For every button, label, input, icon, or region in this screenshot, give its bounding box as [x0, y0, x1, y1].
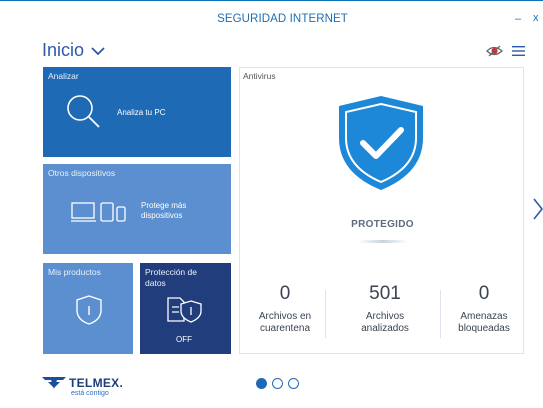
data-shield-icon	[167, 297, 202, 323]
caption-line-1: Amenazas	[460, 311, 508, 322]
shield-icon	[76, 295, 102, 325]
tile-label: Mis productos	[48, 267, 101, 277]
action-line-2: dispositivos	[141, 211, 183, 220]
caption-line-1: Archivos en	[258, 311, 312, 322]
label-line-2: datos	[145, 278, 166, 288]
label-line-1: Protección de	[145, 267, 197, 277]
stat-value: 0	[478, 283, 490, 304]
divider	[325, 290, 326, 338]
section-title: Inicio	[42, 40, 85, 60]
status-underline	[358, 240, 408, 243]
shield-check-icon	[339, 96, 423, 190]
tile-label: Analizar	[48, 71, 79, 81]
action-line-1: Protege más	[141, 201, 187, 210]
chevron-right-icon[interactable]	[532, 197, 543, 221]
search-icon	[67, 95, 100, 128]
stat-bloqueadas[interactable]: 0 Amenazas bloqueadas	[439, 283, 529, 335]
panel-label: Antivirus	[243, 71, 276, 81]
caption-line-1: Archivos	[365, 311, 405, 322]
tile-otros-dispositivos[interactable]: Otros dispositivos Protege más dispositi…	[43, 164, 231, 254]
caption-line-2: cuarentena	[259, 323, 311, 334]
devices-icon	[71, 202, 126, 222]
tile-action: Protege más dispositivos	[141, 201, 186, 221]
stat-caption: Amenazas bloqueadas	[439, 311, 529, 335]
stat-analizados[interactable]: 501 Archivos analizados	[340, 283, 430, 335]
eye-toggle-icon[interactable]	[486, 44, 503, 58]
stat-value: 0	[279, 283, 291, 304]
pagination	[256, 378, 299, 389]
tile-mis-productos[interactable]: Mis productos	[43, 263, 133, 354]
status-off-label: OFF	[176, 335, 192, 344]
page-dot-2[interactable]	[272, 378, 283, 389]
section-selector[interactable]: Inicio	[42, 40, 106, 61]
window-title: SEGURIDAD INTERNET	[217, 13, 348, 25]
stat-caption: Archivos analizados	[340, 311, 430, 335]
telmex-mark-icon	[42, 377, 66, 389]
caption-line-2: bloqueadas	[458, 323, 510, 334]
page-dot-1[interactable]	[256, 378, 267, 389]
hamburger-icon[interactable]	[512, 45, 525, 57]
chevron-down-icon	[91, 46, 105, 55]
antivirus-panel[interactable]: Antivirus PROTEGIDO 0 Archivos en cuaren…	[239, 67, 524, 354]
title-bar: SEGURIDAD INTERNET – x	[0, 0, 543, 25]
tile-proteccion-datos[interactable]: Protección de datos OFF	[140, 263, 231, 354]
brand-name: TELMEX.	[69, 376, 124, 390]
tile-label: Otros dispositivos	[48, 168, 116, 178]
close-button[interactable]: x	[533, 12, 539, 24]
status-text: PROTEGIDO	[351, 219, 414, 230]
stat-value: 501	[369, 283, 401, 304]
stat-cuarentena[interactable]: 0 Archivos en cuarentena	[240, 283, 330, 335]
page-dot-3[interactable]	[288, 378, 299, 389]
tile-label: Protección de datos	[145, 267, 225, 289]
caption-line-2: analizados	[361, 323, 409, 334]
tile-action: Analiza tu PC	[117, 108, 166, 117]
tile-analizar[interactable]: Analizar Analiza tu PC	[43, 67, 231, 157]
telmex-logo: TELMEX. está contigo	[42, 376, 142, 400]
brand-tagline: está contigo	[71, 390, 109, 397]
minimize-button[interactable]: –	[515, 13, 521, 25]
stat-caption: Archivos en cuarentena	[240, 311, 330, 335]
